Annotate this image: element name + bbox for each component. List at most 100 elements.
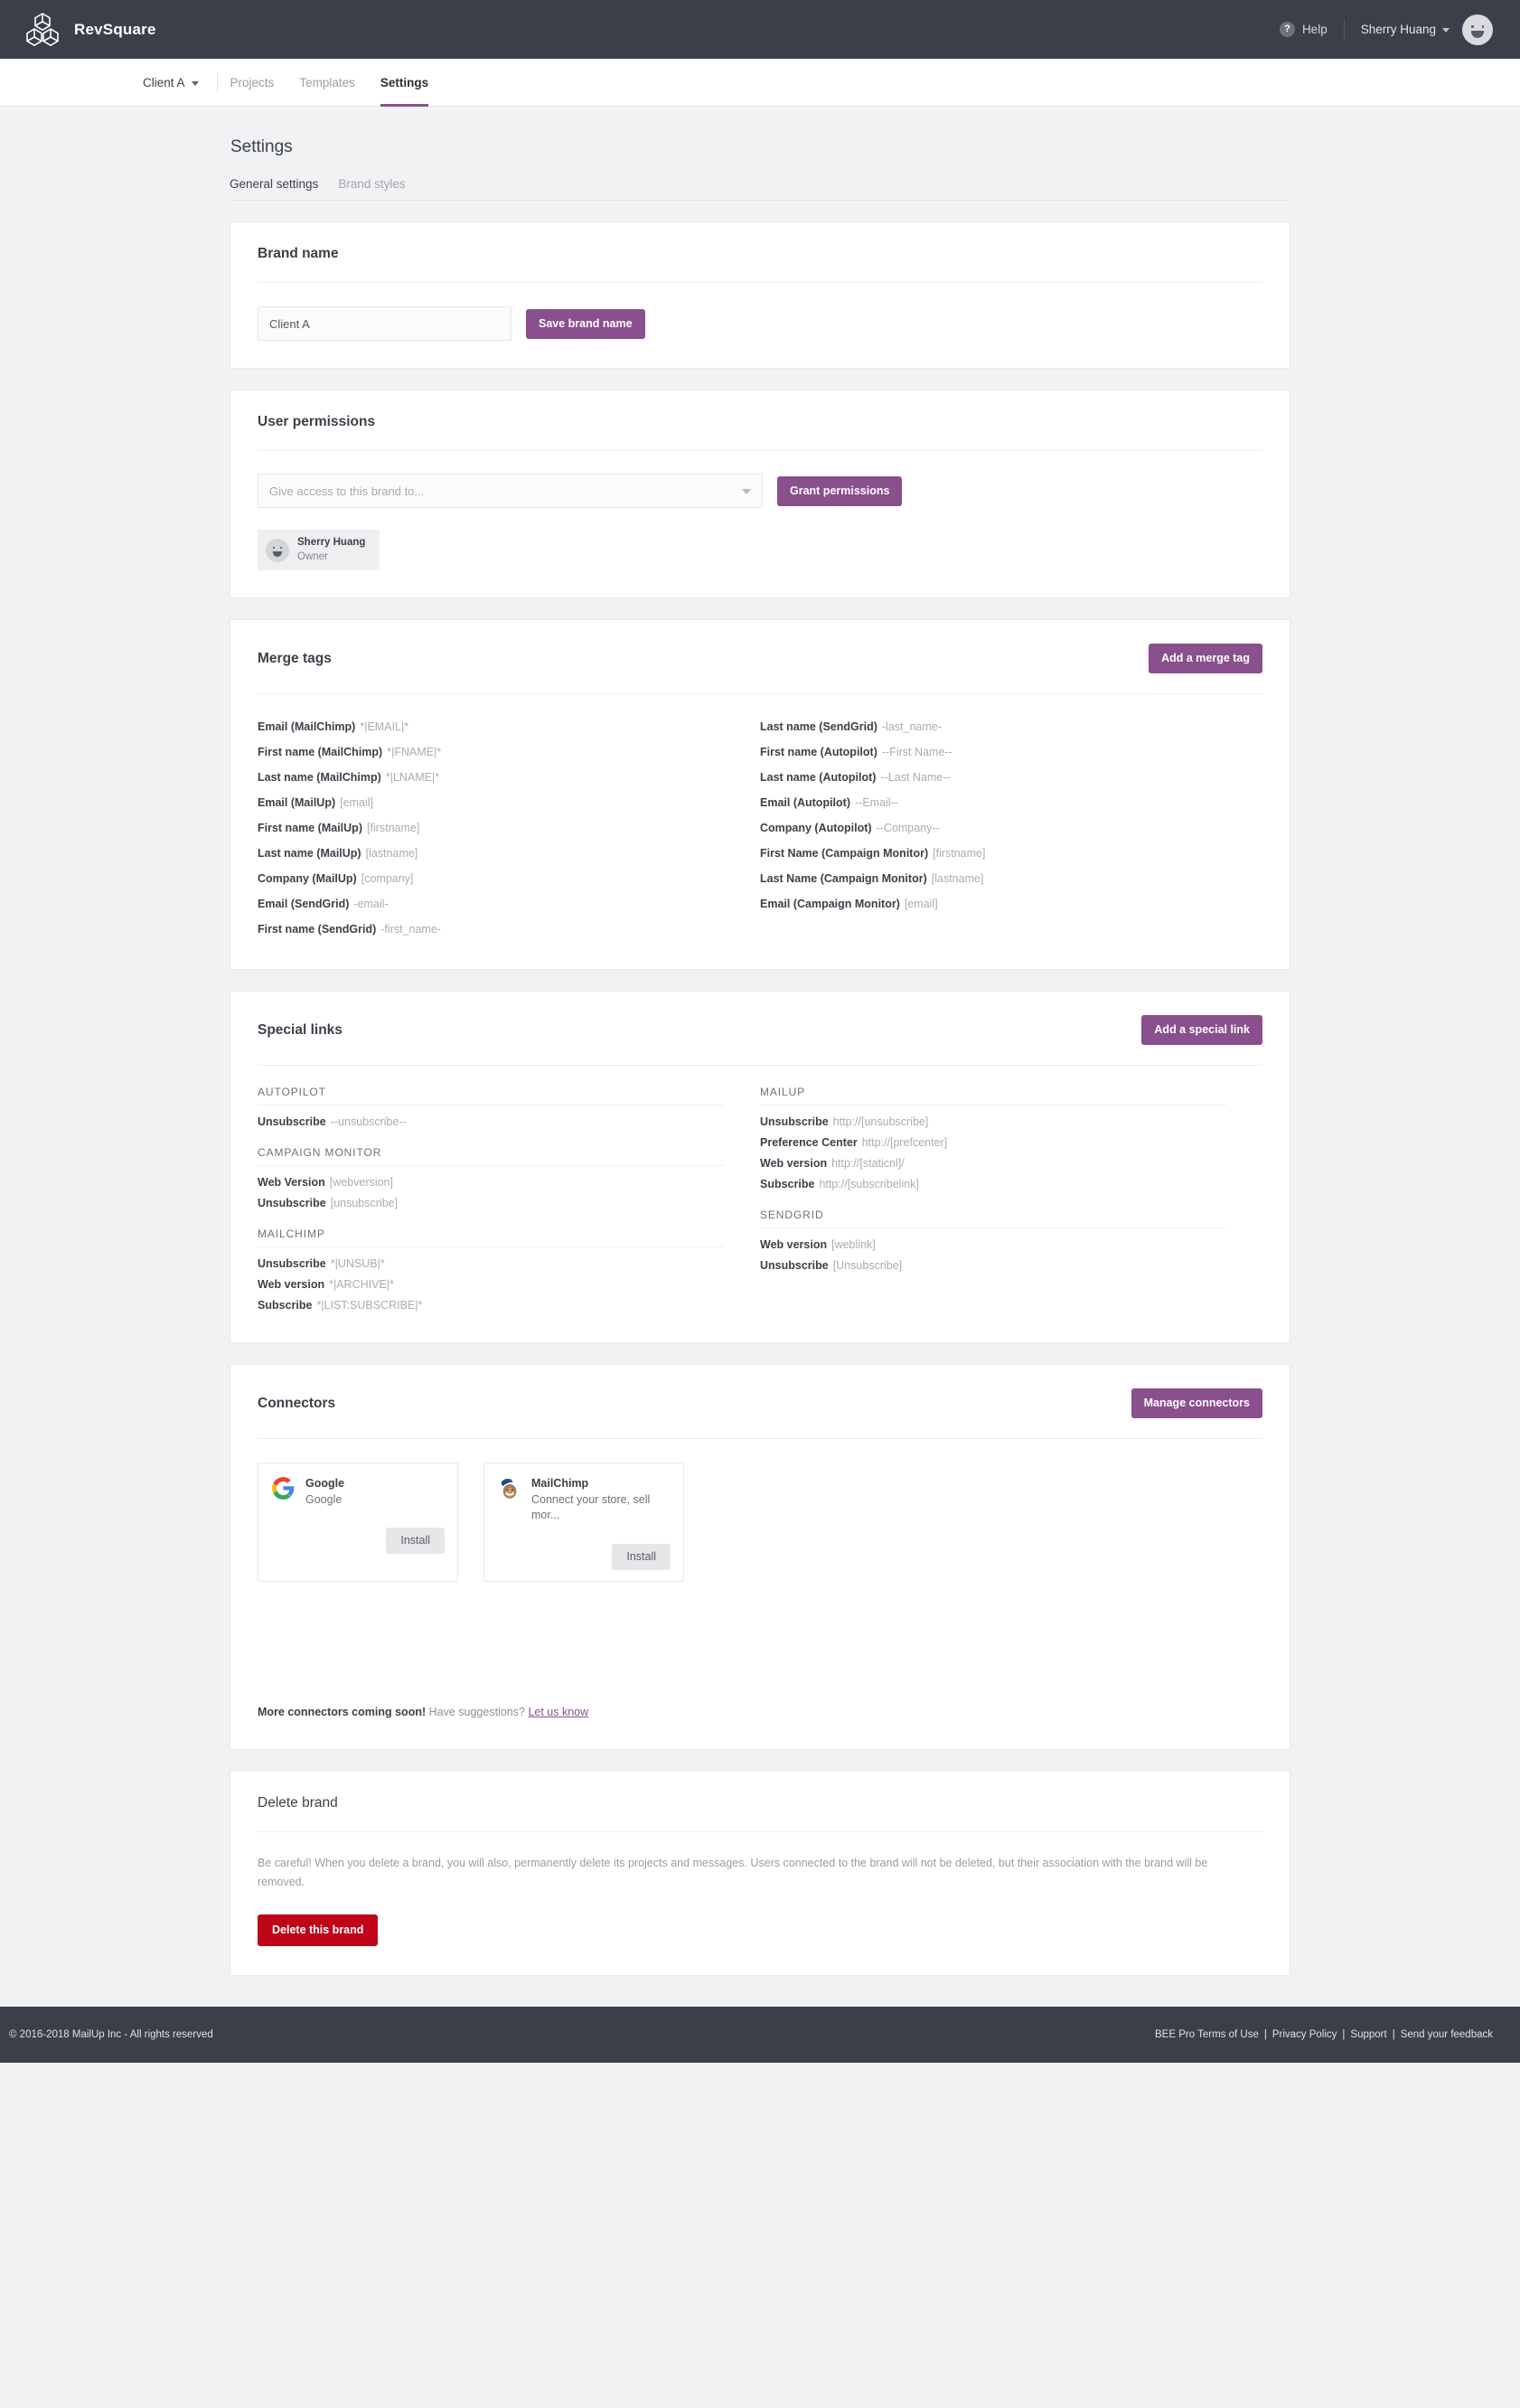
special-links-card: Special links Add a special link AUTOPIL… [230,991,1290,1344]
nav-tab-settings[interactable]: Settings [368,59,441,107]
add-merge-tag-button[interactable]: Add a merge tag [1149,644,1262,674]
chevron-down-icon [1442,28,1450,33]
merge-tag-label: Email (MailUp) [258,796,336,810]
nav-tab-label: Settings [380,75,429,89]
app-brand[interactable]: RevSquare [25,12,156,48]
footer-links: BEE Pro Terms of Use | Privacy Policy | … [1155,2029,1493,2040]
footer-separator: | [1342,2029,1346,2041]
special-link-label: Unsubscribe [760,1115,829,1128]
install-button[interactable]: Install [612,1543,671,1570]
merge-tag-label: Email (SendGrid) [258,898,350,911]
install-button[interactable]: Install [386,1528,445,1555]
app-brand-name: RevSquare [74,20,156,38]
help-label: Help [1301,23,1328,36]
save-brand-name-button[interactable]: Save brand name [526,308,645,339]
question-mark-icon: ? [1279,22,1295,37]
card-header: Merge tags Add a merge tag [258,620,1262,693]
merge-tags-list: Email (MailChimp) *|EMAIL|* First name (M… [258,694,1262,969]
merge-tag-value: -last_name- [881,720,942,734]
footer-link-privacy[interactable]: Privacy Policy [1272,2029,1337,2040]
avatar [266,538,289,562]
merge-tag-label: Last name (Autopilot) [760,771,877,785]
special-link-value: --unsubscribe-- [330,1115,407,1128]
avatar[interactable] [1462,14,1493,45]
nav-tab-label: Templates [299,75,355,89]
connector-card-google[interactable]: Google Google Install [258,1463,458,1582]
user-menu-button[interactable]: Sherry Huang [1345,23,1462,36]
user-menu-label: Sherry Huang [1360,23,1436,36]
special-link-row: Web version [weblink] [760,1234,1226,1255]
card-title: Brand name [258,246,339,261]
give-access-select[interactable]: Give access to this brand to... [258,474,763,508]
merge-tag-row: Last name (MailUp) [lastname] [258,841,724,866]
special-link-row: Subscribe *|LIST:SUBSCRIBE|* [258,1294,724,1315]
merge-tag-value: -first_name- [380,923,441,936]
merge-tag-row: Company (MailUp) [company] [258,866,724,891]
card-title: Delete brand [258,1794,338,1811]
special-link-label: Preference Center [760,1135,858,1149]
merge-tag-row: Email (SendGrid) -email- [258,891,724,917]
sub-navigation: Client A Projects Templates Settings [0,59,1520,107]
merge-tag-row: Last Name (Campaign Monitor) [lastname] [760,866,1226,891]
special-link-label: Web version [760,1156,828,1170]
special-link-row: Unsubscribe http://[unsubscribe] [760,1111,1226,1132]
merge-tag-row: First name (MailChimp) *|FNAME|* [258,739,724,765]
connector-name: MailChimp [531,1477,589,1491]
brand-name-form: Save brand name [258,283,1262,368]
merge-tag-row: Email (Autopilot) --Email-- [760,790,1226,815]
footer-copyright: © 2016-2018 MailUp Inc - All rights rese… [9,2029,213,2041]
footer-link-terms[interactable]: BEE Pro Terms of Use [1155,2029,1259,2040]
merge-tag-value: [email] [904,898,938,911]
merge-tag-value: [lastname] [365,847,418,861]
mailchimp-icon [497,1476,521,1500]
merge-tag-row: Last name (MailChimp) *|LNAME|* [258,765,724,790]
merge-tags-column-right: Last name (SendGrid) -last_name- First na… [760,714,1262,942]
merge-tag-label: Last name (MailChimp) [258,771,381,785]
card-header: Connectors Manage connectors [258,1365,1262,1438]
member-role: Owner [297,550,328,562]
connector-name: Google [305,1477,345,1491]
tab-general-settings[interactable]: General settings [230,177,318,191]
nav-tab-projects[interactable]: Projects [218,59,287,106]
manage-connectors-button[interactable]: Manage connectors [1131,1388,1262,1419]
merge-tag-row: Email (Campaign Monitor) [email] [760,891,1226,917]
merge-tag-value: -email- [353,898,389,911]
special-link-row: Web version *|ARCHIVE|* [258,1274,724,1294]
special-link-label: Web version [258,1277,325,1291]
delete-this-brand-button[interactable]: Delete this brand [258,1914,379,1947]
special-links-group-title: SENDGRID [760,1194,1226,1229]
let-us-know-link[interactable]: Let us know [528,1706,588,1718]
merge-tag-label: First name (MailUp) [258,822,362,835]
topbar-right: ? Help Sherry Huang [1279,14,1493,45]
merge-tags-card: Merge tags Add a merge tag Email (MailCh… [230,619,1290,971]
special-link-row: Unsubscribe --unsubscribe-- [258,1111,724,1132]
connector-card-mailchimp[interactable]: MailChimp Connect your store, sell mor..… [483,1463,684,1582]
merge-tag-value: *|LNAME|* [385,771,440,785]
help-button[interactable]: ? Help [1279,22,1344,37]
footer-link-support[interactable]: Support [1350,2029,1386,2040]
special-links-group-title: AUTOPILOT [258,1086,724,1106]
special-link-row: Web Version [webversion] [258,1171,724,1192]
special-link-row: Unsubscribe *|UNSUB|* [258,1253,724,1274]
connector-description: Connect your store, sell mor... [531,1492,651,1522]
brand-name-card: Brand name Save brand name [230,221,1290,369]
user-avatar-icon [1465,17,1490,42]
merge-tag-value: [firstname] [367,822,420,835]
nav-tab-templates[interactable]: Templates [286,59,368,106]
brand-selector[interactable]: Client A [143,59,217,106]
special-link-value: *|LIST:SUBSCRIBE|* [316,1298,423,1312]
card-header: Delete brand [258,1772,1262,1831]
tab-brand-styles[interactable]: Brand styles [338,177,405,191]
add-special-link-button[interactable]: Add a special link [1141,1015,1262,1046]
card-header: Special links Add a special link [258,992,1262,1065]
special-link-value: [webversion] [329,1175,393,1189]
delete-brand-body: Be careful! When you delete a brand, you… [258,1832,1262,1976]
grant-permissions-button[interactable]: Grant permissions [777,475,903,506]
delete-brand-warning: Be careful! When you delete a brand, you… [258,1856,1208,1889]
special-link-label: Subscribe [258,1298,313,1312]
permission-member-chip[interactable]: Sherry Huang Owner [258,530,380,571]
footer-link-feedback[interactable]: Send your feedback [1401,2029,1493,2040]
special-link-value: http://[prefcenter] [861,1135,948,1149]
special-link-label: Web Version [258,1175,325,1189]
brand-name-input[interactable] [258,306,511,341]
